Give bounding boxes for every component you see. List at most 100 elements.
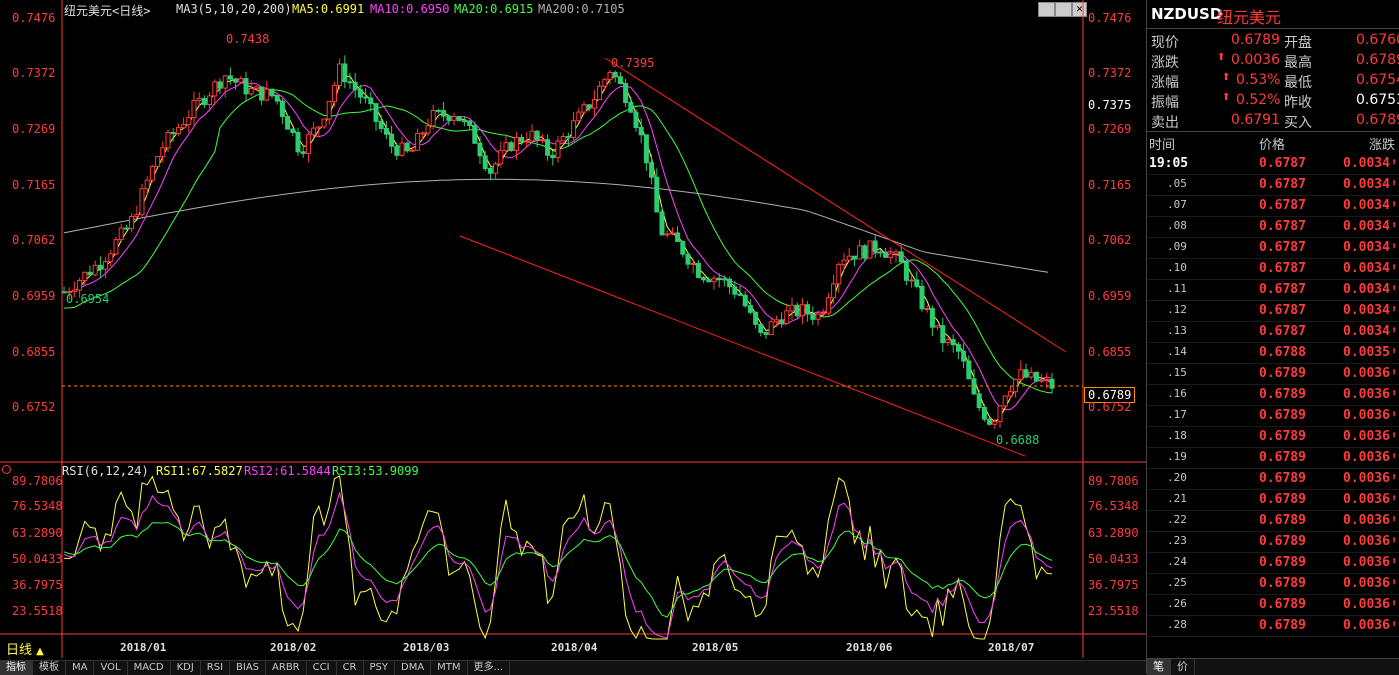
candle-body (721, 278, 727, 281)
candle-body (716, 277, 722, 280)
quote-name: 纽元美元 (1217, 8, 1282, 27)
quote-label: 最低 (1284, 75, 1312, 91)
candle-body (1044, 378, 1050, 381)
tab-bias[interactable]: BIAS (230, 661, 267, 675)
tab-dma[interactable]: DMA (395, 661, 432, 675)
arrow-up-icon: ⬆ (1391, 178, 1398, 189)
tab-template[interactable]: 模板 (33, 661, 66, 675)
tick-price: 0.6789 (1259, 408, 1306, 423)
left-price-label: 0.6752 (12, 400, 56, 414)
tick-change: 0.0035 (1343, 345, 1390, 360)
candle-body (914, 279, 920, 287)
tick-row: .05 0.6787 0.0034 ⬆ (1147, 174, 1399, 196)
tab-indicator[interactable]: 指标 (0, 661, 33, 675)
tick-row: .11 0.6787 0.0034 ⬆ (1147, 279, 1399, 301)
candle-body (581, 104, 587, 113)
tab-macd[interactable]: MACD (128, 661, 171, 675)
tick-price: 0.6787 (1259, 219, 1306, 234)
tick-row: 19:05 0.6787 0.0034 ⬆ (1147, 153, 1399, 175)
candle-body (898, 251, 904, 263)
tick-row: .14 0.6788 0.0035 ⬆ (1147, 342, 1399, 364)
candle-body (586, 104, 592, 109)
tab-cci[interactable]: CCI (307, 661, 337, 675)
annotation-low-2: 0.6688 (996, 433, 1040, 447)
candle-body (727, 278, 733, 288)
tick-price: 0.6789 (1259, 387, 1306, 402)
tick-change: 0.0036 (1343, 513, 1390, 528)
quote-value: 0.52% (1236, 92, 1281, 108)
candle-body (607, 72, 613, 80)
tab-rsi[interactable]: RSI (201, 661, 231, 675)
arrow-up-icon: ⬆ (1391, 325, 1398, 336)
tick-row: .26 0.6789 0.0036 ⬆ (1147, 594, 1399, 616)
quote-value: 0.6789 (1356, 52, 1399, 68)
tick-time: .18 (1167, 429, 1187, 442)
right-price-label: 0.6959 (1088, 289, 1132, 303)
chart-area[interactable]: 纽元美元<日线> MA3(5,10,20,200) MA5:0.6991 MA1… (0, 0, 1146, 660)
candle-body (441, 110, 447, 117)
tab-more[interactable]: 更多... (468, 661, 511, 675)
tick-row: .12 0.6787 0.0034 ⬆ (1147, 300, 1399, 322)
candle-body (1028, 371, 1034, 378)
date-label: 2018/07 (988, 641, 1035, 654)
tick-time: .14 (1167, 345, 1187, 358)
candle-body (87, 271, 93, 276)
tab-psy[interactable]: PSY (364, 661, 395, 675)
candle-body (170, 132, 176, 135)
arrow-up-icon: ⬆ (1391, 409, 1398, 420)
rsi-axis-label: 76.5348 (1088, 499, 1139, 513)
candle-body (238, 78, 244, 83)
tick-change: 0.0034 (1343, 261, 1390, 276)
tab-ticks[interactable]: 笔 (1147, 659, 1171, 675)
right-price-label: 0.6752 (1088, 400, 1132, 414)
quote-label: 最高 (1284, 55, 1312, 71)
candle-body (1049, 378, 1055, 389)
ticks-header-time: 时间 (1149, 138, 1176, 153)
rsi-axis-label: 76.5348 (12, 499, 63, 513)
candle-body (649, 162, 655, 178)
rsi-axis-label: 50.0433 (1088, 552, 1139, 566)
rsi-axis-label: 23.5518 (12, 604, 63, 618)
candle-body (976, 393, 982, 409)
candle-body (149, 165, 155, 181)
annotation-high-1: 0.7438 (226, 32, 270, 46)
candle-body (701, 277, 707, 281)
left-price-label: 0.6959 (12, 289, 56, 303)
candle-body (919, 285, 925, 310)
candle-body (368, 97, 374, 105)
candle-body (862, 245, 868, 259)
candlestick-chart[interactable] (0, 0, 1146, 660)
candle-body (763, 331, 769, 335)
tab-kdj[interactable]: KDJ (171, 661, 201, 675)
candle-body (165, 132, 171, 149)
candle-body (945, 339, 951, 344)
candle-body (498, 150, 504, 165)
candle-body (799, 304, 805, 317)
period-selector[interactable]: 日线 ▲ (6, 639, 44, 658)
tick-price: 0.6789 (1259, 450, 1306, 465)
candle-body (207, 95, 213, 106)
candle-body (456, 116, 462, 122)
right-price-label: 0.7269 (1088, 122, 1132, 136)
tick-change: 0.0036 (1343, 555, 1390, 570)
quote-row: 卖出 0.6791 买入 0.6789 (1147, 110, 1399, 131)
candle-body (883, 252, 889, 258)
tab-mtm[interactable]: MTM (431, 661, 468, 675)
quote-label: 卖出 (1151, 115, 1179, 131)
tick-price: 0.6789 (1259, 618, 1306, 633)
candle-body (576, 111, 582, 122)
quote-value: 0.6760 (1356, 32, 1399, 48)
tab-vol[interactable]: VOL (94, 661, 128, 675)
indicator-toggle-icon[interactable] (2, 465, 11, 474)
tick-time: .23 (1167, 534, 1187, 547)
candle-body (300, 151, 306, 154)
ticks-header: 时间 价格 涨跌 (1147, 132, 1399, 153)
rsi-axis-label: 36.7975 (1088, 578, 1139, 592)
tab-ma[interactable]: MA (66, 661, 95, 675)
tick-time: .21 (1167, 492, 1187, 505)
tab-cr[interactable]: CR (337, 661, 364, 675)
candle-body (305, 134, 311, 154)
tab-arbr[interactable]: ARBR (266, 661, 307, 675)
tab-price[interactable]: 价 (1171, 659, 1195, 675)
quote-panel: NZDUSD 纽元美元 现价 0.6789 开盘 0.6760 涨跌 ⬆ 0.0… (1146, 0, 1399, 675)
